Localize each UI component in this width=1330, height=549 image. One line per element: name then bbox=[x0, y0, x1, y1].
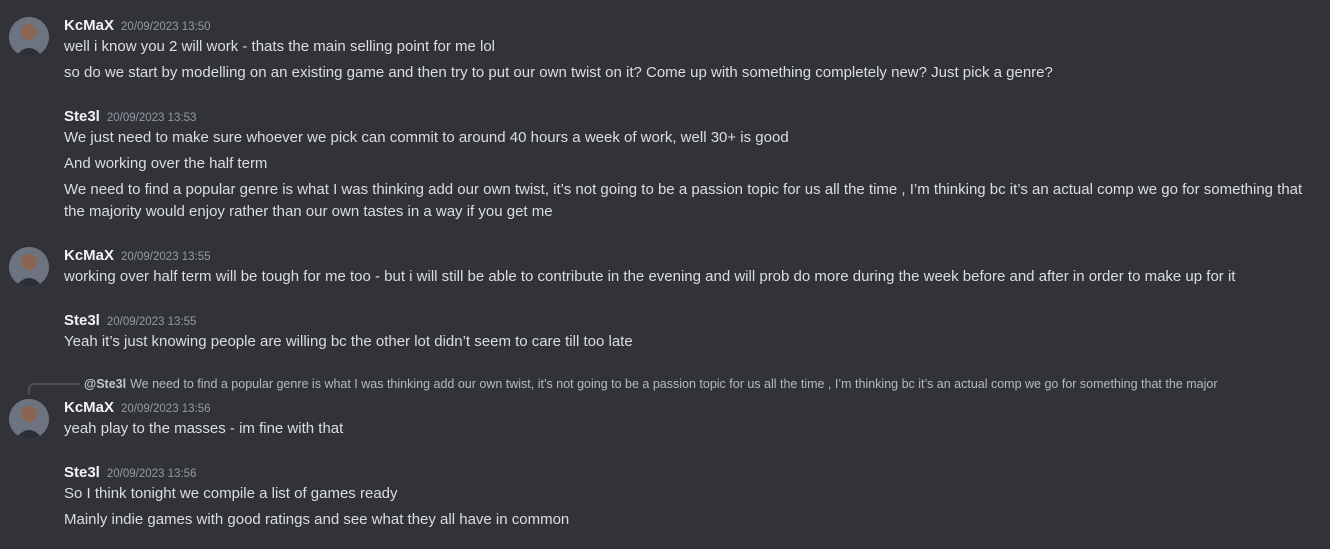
username[interactable]: KcMaX bbox=[64, 247, 114, 264]
username[interactable]: KcMaX bbox=[64, 399, 114, 416]
reply-author[interactable]: @Ste3l bbox=[84, 377, 126, 391]
username[interactable]: Ste3l bbox=[64, 312, 100, 329]
user-avatar[interactable] bbox=[9, 247, 49, 287]
reply-connector bbox=[28, 383, 80, 395]
message-text: And working over the half term bbox=[64, 155, 268, 172]
message-text: We need to find a popular genre is what … bbox=[64, 181, 1303, 220]
message-header: KcMaX 20/09/2023 13:50 bbox=[64, 17, 211, 37]
timestamp: 20/09/2023 13:53 bbox=[106, 112, 197, 124]
message-header: KcMaX 20/09/2023 13:55 bbox=[64, 247, 211, 267]
message-text: So I think tonight we compile a list of … bbox=[64, 485, 398, 502]
message-header: Ste3l 20/09/2023 13:56 bbox=[64, 464, 196, 484]
message-text: Yeah it’s just knowing people are willin… bbox=[64, 333, 633, 350]
username[interactable]: KcMaX bbox=[64, 17, 114, 34]
message-header: Ste3l 20/09/2023 13:55 bbox=[64, 312, 196, 332]
message-header: KcMaX 20/09/2023 13:56 bbox=[64, 399, 211, 419]
username[interactable]: Ste3l bbox=[64, 464, 100, 481]
user-avatar[interactable] bbox=[9, 399, 49, 439]
reply-text: We need to find a popular genre is what … bbox=[130, 377, 1218, 391]
reply-preview[interactable]: @Ste3l We need to find a popular genre is… bbox=[84, 376, 1324, 392]
message-text: We just need to make sure whoever we pic… bbox=[64, 129, 789, 146]
timestamp: 20/09/2023 13:56 bbox=[121, 403, 211, 415]
timestamp: 20/09/2023 13:55 bbox=[106, 316, 197, 328]
message-text: yeah play to the masses - im fine with t… bbox=[64, 420, 344, 437]
username[interactable]: Ste3l bbox=[64, 108, 100, 125]
timestamp: 20/09/2023 13:50 bbox=[121, 21, 211, 33]
chat-message-list: KcMaX 20/09/2023 13:50 well i know you 2 … bbox=[0, 0, 1330, 549]
message-header: Ste3l 20/09/2023 13:53 bbox=[64, 108, 196, 128]
timestamp: 20/09/2023 13:55 bbox=[121, 251, 211, 263]
message-text: well i know you 2 will work - thats the … bbox=[64, 38, 496, 55]
message-text: so do we start by modelling on an existi… bbox=[64, 64, 1053, 81]
message-text: Mainly indie games with good ratings and… bbox=[64, 511, 570, 528]
timestamp: 20/09/2023 13:56 bbox=[106, 468, 197, 480]
user-avatar[interactable] bbox=[9, 17, 49, 57]
message-text: working over half term will be tough for… bbox=[64, 268, 1236, 285]
